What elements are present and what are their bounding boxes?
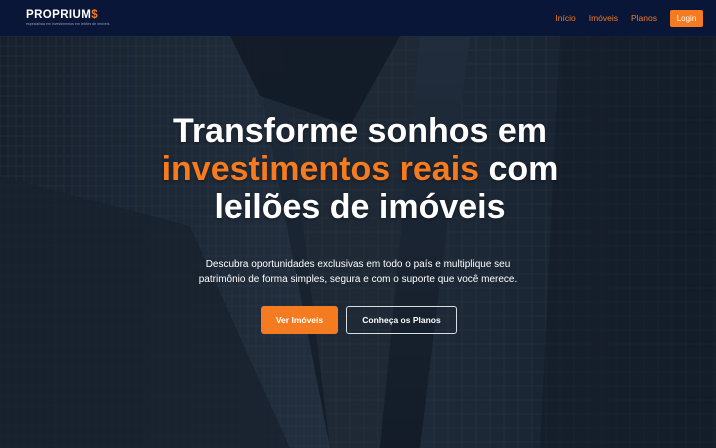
brand-name-main: PROPRIUM <box>26 8 92 21</box>
nav-link-planos[interactable]: Planos <box>631 13 657 23</box>
hero-subtitle: Descubra oportunidades exclusivas em tod… <box>140 258 576 287</box>
hero-subtitle-line2: patrimônio de forma simples, segura e co… <box>198 273 518 285</box>
hero-title-part1: Transforme sonhos em <box>172 112 548 150</box>
view-properties-button[interactable]: Ver Imóveis <box>261 306 338 334</box>
nav-links: Início Imóveis Planos Login <box>555 9 703 27</box>
hero-overlay <box>0 36 716 448</box>
brand-logo[interactable]: PROPRIUM$ especialista em investimentos … <box>26 8 110 27</box>
navbar: PROPRIUM$ especialista em investimentos … <box>0 0 716 36</box>
hero-subtitle-line1: Descubra oportunidades exclusivas em tod… <box>205 259 511 270</box>
brand-name: PROPRIUM$ <box>26 8 110 22</box>
nav-link-imoveis[interactable]: Imóveis <box>589 13 618 23</box>
brand-tagline: especialista em investimentos em leilões… <box>26 22 110 27</box>
page: PROPRIUM$ especialista em investimentos … <box>0 0 716 448</box>
brand-name-accent: $ <box>91 8 98 21</box>
login-button[interactable]: Login <box>670 9 703 27</box>
hero-title: Transforme sonhos em investimentos reais… <box>150 112 570 226</box>
hero-section: Transforme sonhos em investimentos reais… <box>0 36 716 448</box>
hero-title-highlight: investimentos reais <box>161 150 480 188</box>
nav-link-inicio[interactable]: Início <box>555 13 575 23</box>
view-plans-button[interactable]: Conheça os Planos <box>346 306 457 334</box>
